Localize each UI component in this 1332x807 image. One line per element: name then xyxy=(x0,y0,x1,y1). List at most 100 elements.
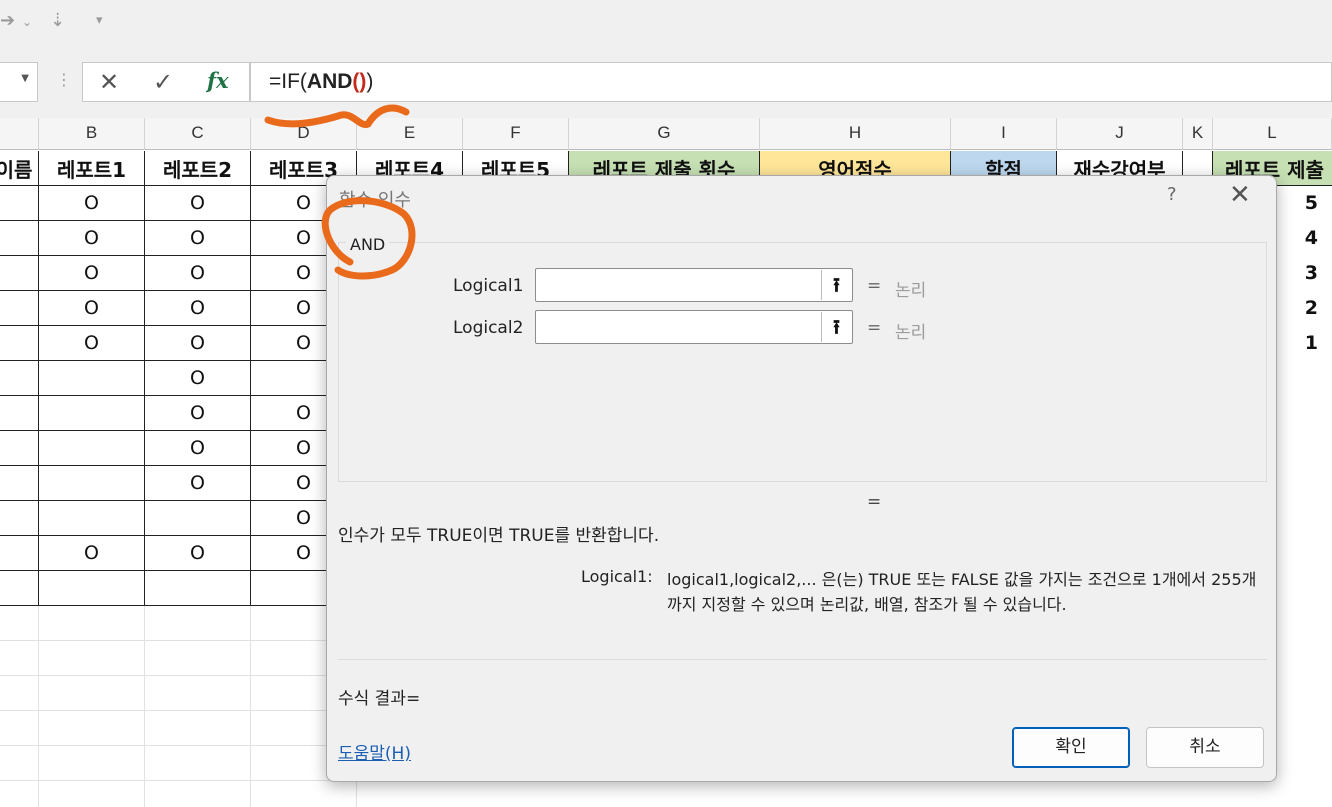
empty-cell[interactable] xyxy=(145,606,251,641)
table-cell[interactable]: O xyxy=(145,291,251,326)
arg-input-logical2[interactable]: ⭱ xyxy=(535,310,853,344)
empty-cell[interactable] xyxy=(39,746,145,781)
table-cell[interactable]: O xyxy=(145,431,251,466)
customize-qat-icon[interactable]: ▾ xyxy=(96,13,103,28)
column-header-b[interactable]: B xyxy=(39,118,145,150)
formula-parens: () xyxy=(352,70,367,93)
table-cell[interactable] xyxy=(145,501,251,536)
column-header-h[interactable]: H xyxy=(760,118,951,150)
sort-icon[interactable]: ⇣ xyxy=(50,10,65,31)
help-icon[interactable]: ? xyxy=(1167,184,1177,205)
table-cell[interactable]: O xyxy=(145,536,251,571)
table-cell[interactable] xyxy=(0,256,39,291)
table-cell[interactable] xyxy=(0,221,39,256)
table-cell[interactable]: O xyxy=(39,221,145,256)
table-cell[interactable] xyxy=(0,536,39,571)
help-link[interactable]: 도움말(H) xyxy=(338,739,411,764)
empty-cell[interactable] xyxy=(145,676,251,711)
cancel-button[interactable]: 취소 xyxy=(1146,727,1264,768)
arg-eq-logical2: = xyxy=(867,318,882,338)
empty-cell[interactable] xyxy=(251,781,357,807)
empty-cell[interactable] xyxy=(39,676,145,711)
table-cell[interactable]: O xyxy=(39,291,145,326)
column-header-c[interactable]: C xyxy=(145,118,251,150)
table-cell[interactable] xyxy=(39,571,145,606)
empty-cell[interactable] xyxy=(145,711,251,746)
column-header-g[interactable]: G xyxy=(569,118,760,150)
table-cell[interactable] xyxy=(39,431,145,466)
arg-description-text: logical1,logical2,... 은(는) TRUE 또는 FALSE… xyxy=(667,570,1257,614)
empty-cell[interactable] xyxy=(0,711,39,746)
arg-description-label: Logical1: xyxy=(581,567,653,586)
table-cell[interactable] xyxy=(0,431,39,466)
report-count-value[interactable]: 2 xyxy=(1277,291,1332,326)
column-header-k[interactable]: K xyxy=(1183,118,1213,150)
table-cell[interactable] xyxy=(0,326,39,361)
name-box-dropdown-icon[interactable]: ▼ xyxy=(21,73,29,84)
table-cell[interactable]: O xyxy=(39,326,145,361)
empty-cell[interactable] xyxy=(39,606,145,641)
report-count-value[interactable]: 3 xyxy=(1277,256,1332,291)
column-header-e[interactable]: E xyxy=(357,118,463,150)
table-cell[interactable]: O xyxy=(145,186,251,221)
empty-cell[interactable] xyxy=(39,641,145,676)
empty-cell[interactable] xyxy=(0,606,39,641)
table-cell[interactable] xyxy=(145,571,251,606)
report-count-value[interactable]: 5 xyxy=(1277,186,1332,221)
table-cell[interactable]: O xyxy=(145,396,251,431)
table-cell[interactable] xyxy=(39,466,145,501)
collapse-dialog-icon[interactable]: ⭱ xyxy=(821,312,851,342)
table-cell[interactable]: O xyxy=(39,536,145,571)
function-result-eq: = xyxy=(867,492,882,512)
table-cell[interactable]: O xyxy=(145,326,251,361)
name-box[interactable]: ▼ xyxy=(0,62,38,102)
table-cell[interactable] xyxy=(0,501,39,536)
header-cell-report1[interactable]: 레포트1 xyxy=(39,151,145,186)
empty-cell[interactable] xyxy=(0,641,39,676)
table-cell[interactable] xyxy=(0,466,39,501)
table-cell[interactable]: O xyxy=(145,466,251,501)
table-cell[interactable]: O xyxy=(145,361,251,396)
empty-cell[interactable] xyxy=(0,676,39,711)
redo-icon[interactable]: ➔ xyxy=(0,10,15,31)
cancel-edit-icon[interactable]: ✕ xyxy=(99,68,119,96)
arg-eq-logical1: = xyxy=(867,276,882,296)
empty-cell[interactable] xyxy=(145,746,251,781)
empty-cell[interactable] xyxy=(145,641,251,676)
ok-button[interactable]: 확인 xyxy=(1012,727,1130,768)
empty-cell[interactable] xyxy=(39,711,145,746)
enter-edit-icon[interactable]: ✓ xyxy=(153,68,173,96)
table-cell[interactable] xyxy=(0,571,39,606)
table-cell[interactable] xyxy=(0,361,39,396)
column-header-f[interactable]: F xyxy=(463,118,569,150)
table-cell[interactable] xyxy=(0,291,39,326)
column-header-j[interactable]: J xyxy=(1057,118,1183,150)
table-cell[interactable]: O xyxy=(145,256,251,291)
arg-input-logical1[interactable]: ⭱ xyxy=(535,268,853,302)
column-header[interactable] xyxy=(0,118,39,150)
table-cell[interactable]: O xyxy=(39,186,145,221)
table-cell[interactable] xyxy=(0,186,39,221)
redo-dropdown-icon[interactable]: ⌄ xyxy=(22,15,32,29)
table-cell[interactable] xyxy=(39,501,145,536)
header-cell-report2[interactable]: 레포트2 xyxy=(145,151,251,186)
column-header-d[interactable]: D xyxy=(251,118,357,150)
formula-input[interactable]: =IF(AND()) xyxy=(250,62,1332,102)
table-cell[interactable] xyxy=(39,361,145,396)
empty-cell[interactable] xyxy=(0,746,39,781)
table-cell[interactable]: O xyxy=(145,221,251,256)
table-cell[interactable] xyxy=(0,396,39,431)
table-cell[interactable]: O xyxy=(39,256,145,291)
table-cell[interactable] xyxy=(39,396,145,431)
close-icon[interactable]: ✕ xyxy=(1229,180,1251,210)
empty-cell[interactable] xyxy=(39,781,145,807)
empty-cell[interactable] xyxy=(145,781,251,807)
column-header-i[interactable]: I xyxy=(951,118,1057,150)
column-header-l[interactable]: L xyxy=(1213,118,1332,150)
collapse-dialog-icon[interactable]: ⭱ xyxy=(821,270,851,300)
insert-function-icon[interactable]: fx xyxy=(207,68,229,93)
header-cell-name[interactable]: 이름 xyxy=(0,151,39,186)
report-count-value[interactable]: 4 xyxy=(1277,221,1332,256)
report-count-value[interactable]: 1 xyxy=(1277,326,1332,361)
empty-cell[interactable] xyxy=(0,781,39,807)
